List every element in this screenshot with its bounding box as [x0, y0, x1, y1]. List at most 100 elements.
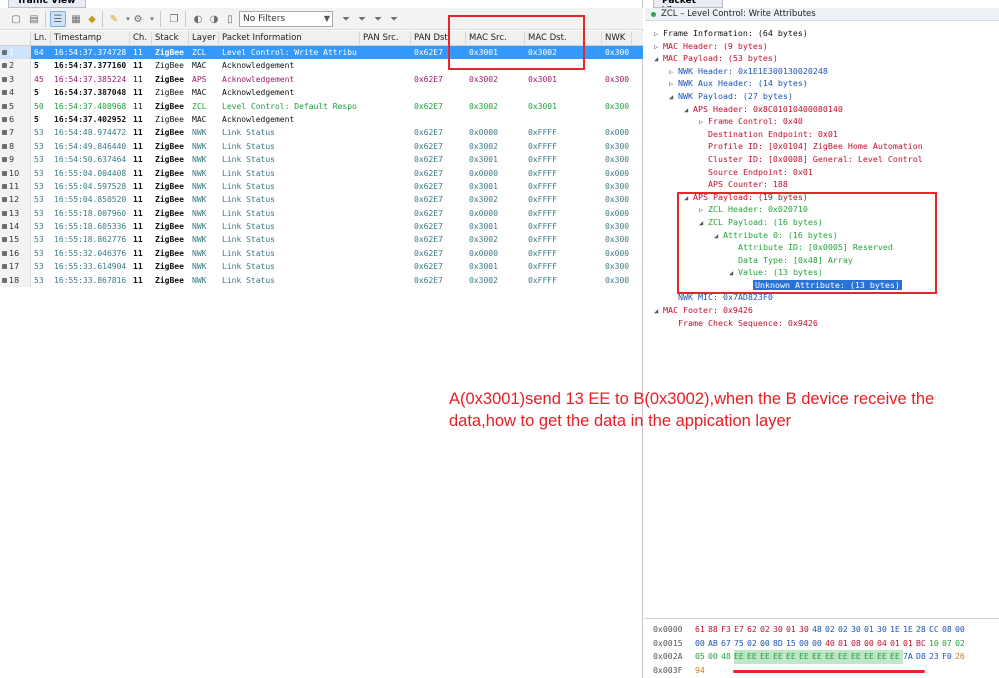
hex-byte[interactable]: 08: [851, 637, 864, 651]
hex-byte[interactable]: 28: [916, 623, 929, 637]
table-row[interactable]: 15 53 16:55:18.862776 11 ZigBee NWK Link Statu…: [0, 233, 643, 247]
hex-byte[interactable]: 08: [942, 623, 955, 637]
table-row[interactable]: 1 64 16:54:37.374728 11 ZigBee ZCL Level Contr…: [0, 46, 643, 60]
document-icon[interactable]: ▯: [222, 11, 238, 27]
hex-byte[interactable]: EE: [838, 650, 851, 664]
tree-node[interactable]: ◢ Attribute 0: (16 bytes): [645, 229, 999, 242]
table-row[interactable]: 18 53 16:55:33.867816 11 ZigBee NWK Link Statu…: [0, 273, 643, 288]
tree-node[interactable]: ◢ NWK Payload: (27 bytes): [645, 90, 999, 103]
hex-byte[interactable]: 15: [786, 637, 799, 651]
hex-byte[interactable]: 04: [877, 637, 890, 651]
hex-byte[interactable]: 02: [760, 623, 773, 637]
hex-byte[interactable]: F3: [721, 623, 734, 637]
hex-byte[interactable]: 00: [760, 637, 773, 651]
table-row[interactable]: 13 53 16:55:18.007960 11 ZigBee NWK Link Statu…: [0, 206, 643, 221]
hex-byte[interactable]: EE: [877, 650, 890, 664]
table-row[interactable]: 16 53 16:55:32.046376 11 ZigBee NWK Link Statu…: [0, 246, 643, 261]
hex-byte[interactable]: 61: [695, 623, 708, 637]
table-row[interactable]: 7 53 16:54:48.974472 11 ZigBee NWK Link Status…: [0, 126, 643, 140]
hex-byte[interactable]: AB: [708, 637, 721, 651]
hex-byte[interactable]: 00: [864, 637, 877, 651]
hex-byte[interactable]: EE: [760, 650, 773, 664]
filter-select[interactable]: No Filters ▼: [239, 11, 333, 27]
hex-byte[interactable]: 02: [747, 637, 760, 651]
hex-byte[interactable]: 07: [942, 637, 955, 651]
traffic-view-title[interactable]: Traffic View: [8, 0, 86, 8]
col-mac-dst[interactable]: MAC Dst.: [525, 31, 602, 45]
hex-byte[interactable]: 23: [929, 650, 942, 664]
hex-byte[interactable]: EE: [734, 650, 747, 664]
col-timestamp[interactable]: Timestamp: [51, 31, 130, 45]
tree-node[interactable]: Destination Endpoint: 0x01: [645, 128, 999, 141]
filter-add-icon[interactable]: ⏷: [354, 11, 370, 27]
table-row[interactable]: 12 53 16:55:04.850520 11 ZigBee NWK Link Statu…: [0, 193, 643, 207]
grid-view-icon[interactable]: ▦: [68, 11, 84, 27]
col-nwk[interactable]: NWK: [602, 31, 632, 45]
hex-byte[interactable]: EE: [825, 650, 838, 664]
hex-byte[interactable]: EE: [773, 650, 786, 664]
hex-byte[interactable]: 30: [851, 623, 864, 637]
chevron-down-icon[interactable]: ▾: [144, 11, 160, 27]
hex-byte[interactable]: F0: [942, 650, 955, 664]
hex-byte[interactable]: 02: [955, 637, 968, 651]
tree-node[interactable]: ◢ APS Payload: (19 bytes): [645, 191, 999, 204]
hex-byte[interactable]: 48: [721, 650, 734, 664]
filter-icon[interactable]: ⏷: [338, 11, 354, 27]
hex-byte[interactable]: EE: [851, 650, 864, 664]
hex-byte[interactable]: 00: [812, 637, 825, 651]
tree-node[interactable]: ▷ MAC Header: (9 bytes): [645, 40, 999, 53]
col-mac-src[interactable]: MAC Src.: [466, 31, 525, 45]
table-row[interactable]: 14 53 16:55:18.605336 11 ZigBee NWK Link Statu…: [0, 220, 643, 234]
tree-node[interactable]: APS Counter: 188: [645, 178, 999, 191]
hex-byte[interactable]: CC: [929, 623, 942, 637]
hex-byte[interactable]: 48: [812, 623, 825, 637]
hex-byte[interactable]: 00: [955, 623, 968, 637]
hex-byte[interactable]: 40: [825, 637, 838, 651]
hex-byte[interactable]: 94: [695, 664, 708, 678]
forward-icon[interactable]: ◑: [206, 11, 222, 27]
list-view-icon[interactable]: ☰: [50, 11, 66, 27]
hex-byte[interactable]: 02: [838, 623, 851, 637]
tree-node[interactable]: Frame Check Sequence: 0x9426: [645, 317, 999, 330]
hex-byte[interactable]: 88: [708, 623, 721, 637]
hex-byte[interactable]: D8: [916, 650, 929, 664]
tree-node[interactable]: Profile ID: [0x0104] ZigBee Home Automat…: [645, 140, 999, 153]
tree-node[interactable]: ▷ Frame Information: (64 bytes): [645, 27, 999, 40]
tree-node[interactable]: ▷ NWK Aux Header: (14 bytes): [645, 77, 999, 90]
tree-node[interactable]: ◢ ZCL Payload: (16 bytes): [645, 216, 999, 229]
tree-node[interactable]: Source Endpoint: 0x01: [645, 166, 999, 179]
hex-byte[interactable]: 05: [695, 650, 708, 664]
filter-edit-icon[interactable]: ⏷: [370, 11, 386, 27]
clear-icon[interactable]: ▢: [8, 11, 24, 27]
hex-byte[interactable]: BC: [916, 637, 929, 651]
hex-byte[interactable]: 7A: [903, 650, 916, 664]
table-row[interactable]: 4 5 16:54:37.387048 11 ZigBee MAC Acknowledgem…: [0, 86, 643, 100]
tree-node[interactable]: ◢ MAC Footer: 0x9426: [645, 304, 999, 317]
table-row[interactable]: 9 53 16:54:50.637464 11 ZigBee NWK Link Status…: [0, 153, 643, 167]
table-row[interactable]: 2 5 16:54:37.377160 11 ZigBee MAC Acknowledgem…: [0, 59, 643, 73]
hex-byte[interactable]: 26: [955, 650, 968, 664]
hex-byte[interactable]: 01: [890, 637, 903, 651]
hex-byte[interactable]: 00: [695, 637, 708, 651]
hex-byte[interactable]: 1E: [903, 623, 916, 637]
package-icon[interactable]: ◆: [84, 11, 100, 27]
save-icon[interactable]: ▤: [26, 11, 42, 27]
hex-byte[interactable]: 8D: [773, 637, 786, 651]
hex-byte[interactable]: 10: [929, 637, 942, 651]
tree-node[interactable]: Unknown Attribute: (13 bytes): [645, 279, 999, 292]
tree-node[interactable]: Data Type: [0x48] Array: [645, 254, 999, 267]
hex-byte[interactable]: 75: [734, 637, 747, 651]
hex-byte[interactable]: EE: [890, 650, 903, 664]
hex-byte[interactable]: 00: [799, 637, 812, 651]
hex-byte[interactable]: EE: [812, 650, 825, 664]
col-ln[interactable]: Ln.: [31, 31, 51, 45]
hex-byte[interactable]: EE: [786, 650, 799, 664]
hex-byte[interactable]: 01: [838, 637, 851, 651]
hex-byte[interactable]: 01: [903, 637, 916, 651]
table-row[interactable]: 10 53 16:55:04.004408 11 ZigBee NWK Link Statu…: [0, 166, 643, 180]
tree-node[interactable]: ◢ APS Header: 0x8C01010400080140: [645, 103, 999, 116]
col-pan-src[interactable]: PAN Src.: [360, 31, 411, 45]
hex-byte[interactable]: 62: [747, 623, 760, 637]
col-packet-info[interactable]: Packet Information: [219, 31, 360, 45]
hex-byte[interactable]: 1E: [890, 623, 903, 637]
